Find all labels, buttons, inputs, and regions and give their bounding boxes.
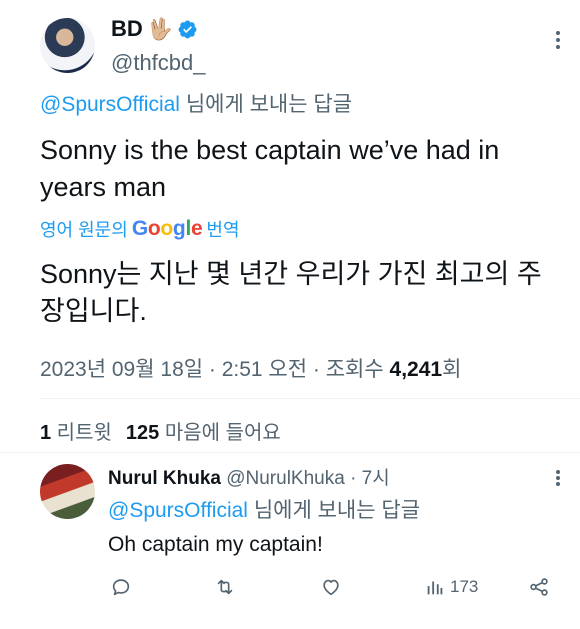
reply-header: Nurul Khuka @NurulKhuka · 7시 xyxy=(108,463,390,490)
main-tweet: BD 🖖🏼 @thfcbd_ @SpursOfficial 님에게 보내는 답글… xyxy=(0,0,580,450)
views-button[interactable]: 173 xyxy=(424,572,478,602)
reply-author-avatar[interactable] xyxy=(40,464,95,519)
author-name[interactable]: BD xyxy=(111,16,143,42)
share-icon xyxy=(530,578,548,596)
tweet-text: Sonny is the best captain we’ve had in y… xyxy=(40,135,500,202)
retweets-stat[interactable]: 1 리트윗 xyxy=(40,422,112,444)
retweet-button[interactable] xyxy=(214,572,236,602)
view-count: 4,241 xyxy=(389,358,443,381)
heart-icon xyxy=(323,579,339,596)
tweet-timestamp[interactable]: 2023년 09월 18일 · 2:51 오전 · 조회수 4,241회 xyxy=(40,353,461,383)
reply-tweet[interactable]: Nurul Khuka @NurulKhuka · 7시 @SpursOffic… xyxy=(0,453,580,629)
reply-view-count: 173 xyxy=(450,577,479,596)
analytics-icon xyxy=(427,581,443,595)
more-options-icon[interactable] xyxy=(552,28,564,52)
share-button[interactable] xyxy=(528,572,550,602)
vulcan-salute-emoji: 🖖🏼 xyxy=(146,17,173,41)
replying-to: @SpursOfficial 님에게 보내는 답글 xyxy=(40,93,353,116)
google-logo: Google xyxy=(131,217,203,240)
author-handle[interactable]: @thfcbd_ xyxy=(111,50,206,76)
reply-author-meta[interactable]: @NurulKhuka · 7시 xyxy=(221,468,390,489)
mention-link[interactable]: @SpursOfficial xyxy=(108,499,248,522)
engagement-stats: 1 리트윗 125 마음에 들어요 xyxy=(40,416,281,445)
author-avatar[interactable] xyxy=(40,18,95,73)
comment-icon xyxy=(112,579,130,596)
reply-actions: 173 xyxy=(108,572,560,602)
reply-text: Oh captain my captain! xyxy=(108,533,323,556)
retweet-icon xyxy=(217,579,233,595)
translated-text: Sonny는 지난 몇 년간 우리가 가진 최고의 주장입니다. xyxy=(40,259,542,326)
author-name-row[interactable]: BD 🖖🏼 xyxy=(111,16,198,42)
comment-button[interactable] xyxy=(110,572,132,602)
verified-badge-icon xyxy=(178,20,197,38)
like-button[interactable] xyxy=(320,572,342,602)
reply-author-name[interactable]: Nurul Khuka xyxy=(108,468,221,489)
mention-link[interactable]: @SpursOfficial xyxy=(40,93,180,116)
replying-to: @SpursOfficial 님에게 보내는 답글 xyxy=(108,499,421,522)
likes-stat[interactable]: 125 마음에 들어요 xyxy=(126,422,281,444)
translate-button[interactable]: 영어 원문의 Google 번역 xyxy=(40,216,240,242)
divider xyxy=(40,398,580,399)
more-options-icon[interactable] xyxy=(552,467,564,489)
